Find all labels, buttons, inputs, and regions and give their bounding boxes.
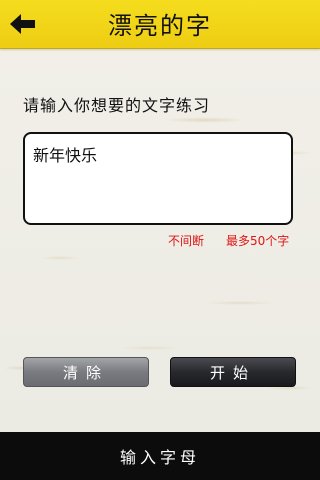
clear-button[interactable]: 清除 <box>23 357 149 387</box>
page-title: 漂亮的字 <box>108 12 212 40</box>
no-break-note: 不间断 <box>168 234 205 248</box>
start-button[interactable]: 开始 <box>170 357 296 387</box>
practice-text-value: 新年快乐 <box>33 146 98 165</box>
input-prompt: 请输入你想要的文字练习 <box>23 96 211 115</box>
footer-label: 输入字母 <box>119 448 200 467</box>
clear-button-label: 清除 <box>62 363 109 382</box>
input-letters-button[interactable]: 输入字母 <box>0 432 320 480</box>
start-button-label: 开始 <box>209 363 256 382</box>
practice-text-input[interactable]: 新年快乐 <box>23 132 293 225</box>
char-limit-note: 最多50个字 <box>226 234 290 248</box>
header-bar: 漂亮的字 <box>0 0 320 49</box>
